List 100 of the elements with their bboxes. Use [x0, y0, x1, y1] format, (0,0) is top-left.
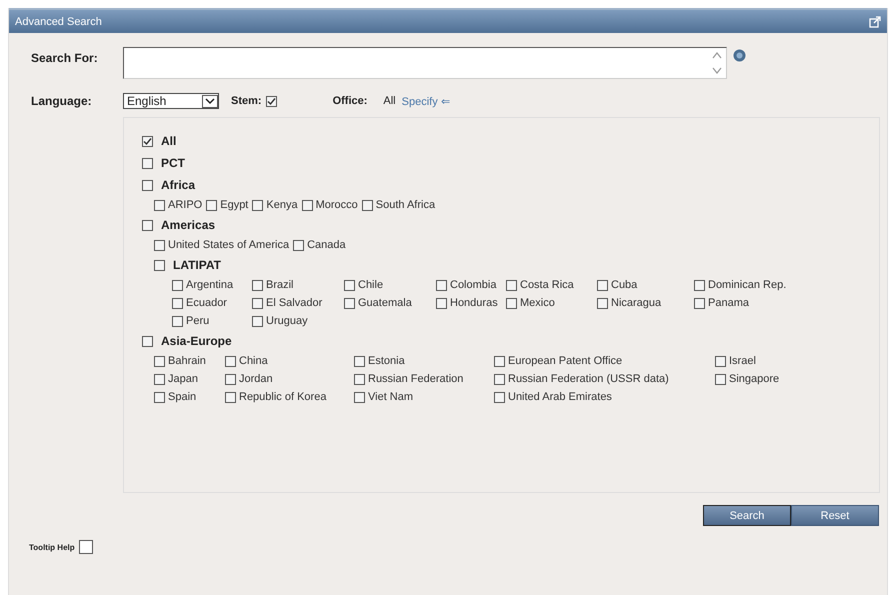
office-label: China [239, 355, 268, 367]
office-label: Asia-Europe [161, 334, 232, 348]
office-label: Spain [168, 391, 196, 403]
office-value: All [383, 95, 396, 107]
checkbox[interactable] [252, 316, 263, 326]
office-label: Americas [161, 218, 216, 232]
checkbox[interactable] [142, 180, 153, 190]
expand-icon[interactable] [869, 16, 881, 28]
office-label: Office: [332, 95, 368, 107]
office-label: All [161, 134, 176, 148]
checkbox[interactable] [506, 298, 517, 308]
checkbox[interactable] [154, 260, 165, 270]
checkbox[interactable] [252, 298, 263, 308]
checkbox[interactable] [172, 316, 183, 326]
office-label: Chile [358, 279, 384, 291]
checkbox[interactable] [225, 392, 236, 402]
office-label: Estonia [368, 355, 405, 367]
office-label: South Africa [376, 199, 436, 211]
checkbox[interactable] [715, 374, 726, 384]
reset-button[interactable]: Reset [791, 505, 879, 526]
checkbox[interactable] [252, 280, 263, 290]
office-label: Cuba [611, 279, 638, 291]
checkbox[interactable] [142, 336, 153, 346]
language-label: Language: [31, 94, 93, 108]
office-label: ARIPO [168, 199, 202, 211]
help-icon[interactable] [733, 49, 746, 62]
checkbox[interactable] [715, 356, 726, 366]
checkbox[interactable] [694, 280, 705, 290]
office-label: Uruguay [266, 315, 308, 327]
stem-label: Stem: [231, 95, 262, 107]
window-title: Advanced Search [15, 16, 102, 28]
checkbox[interactable] [354, 356, 365, 366]
office-label: Morocco [316, 199, 358, 211]
checkbox[interactable] [172, 280, 183, 290]
checkbox[interactable] [154, 374, 165, 384]
office-label: Viet Nam [368, 391, 414, 403]
search-input-field[interactable] [123, 47, 727, 79]
checkbox[interactable] [354, 392, 365, 402]
office-label: Colombia [450, 279, 496, 291]
office-label: Kenya [266, 199, 298, 211]
office-label: Dominican Rep. [708, 279, 786, 291]
checkbox[interactable] [354, 374, 365, 384]
language-dropdown[interactable]: English [123, 93, 219, 109]
office-label: PCT [161, 156, 185, 170]
office-label: Panama [708, 297, 749, 309]
office-label: El Salvador [266, 297, 322, 309]
checkbox[interactable] [206, 200, 218, 210]
checkbox[interactable] [293, 240, 304, 250]
checkbox[interactable] [344, 298, 355, 308]
office-label: Israel [729, 355, 756, 367]
checkbox[interactable] [494, 392, 505, 402]
search-button[interactable]: Search [703, 505, 791, 526]
checkbox[interactable] [154, 356, 165, 366]
specify-link[interactable]: Specify ⇐ [402, 94, 450, 108]
checkbox[interactable] [494, 374, 505, 384]
checkbox[interactable] [694, 298, 705, 308]
checkbox[interactable] [597, 298, 608, 308]
office-label: Egypt [220, 199, 248, 211]
search-for-label: Search For: [31, 50, 99, 65]
stem-checkbox[interactable] [266, 96, 277, 106]
scroll-arrows-icon[interactable] [712, 50, 722, 76]
checkbox[interactable] [154, 240, 165, 250]
checkbox[interactable] [302, 200, 313, 210]
checkbox[interactable] [597, 280, 608, 290]
checkbox[interactable] [142, 220, 153, 230]
checkbox[interactable] [154, 392, 165, 402]
office-label: Bahrain [168, 355, 206, 367]
tooltip-help-checkbox[interactable] [78, 540, 93, 554]
office-label: Brazil [266, 279, 294, 291]
checkbox[interactable] [436, 298, 447, 308]
office-label: Jordan [239, 373, 273, 385]
checkbox[interactable] [362, 200, 373, 210]
office-label: Peru [186, 315, 210, 327]
office-label: Russian Federation [368, 373, 464, 385]
checkbox[interactable] [506, 280, 517, 290]
office-label: Africa [161, 178, 196, 192]
office-label: Canada [307, 239, 346, 251]
checkbox[interactable] [436, 280, 447, 290]
office-label: Japan [168, 373, 198, 385]
office-label: European Patent Office [508, 355, 622, 367]
office-label: Russian Federation (USSR data) [508, 373, 669, 385]
office-label: Mexico [520, 297, 555, 309]
checkbox[interactable] [225, 374, 236, 384]
checkbox[interactable] [172, 298, 183, 308]
checkbox[interactable] [494, 356, 505, 366]
checkbox[interactable] [142, 158, 153, 168]
checkbox[interactable] [225, 356, 236, 366]
office-label: Argentina [186, 279, 234, 291]
office-label: United States of America [168, 239, 290, 251]
tooltip-help-label: Tooltip Help [29, 542, 75, 552]
office-label: LATIPAT [173, 258, 221, 272]
checkbox[interactable] [344, 280, 355, 290]
checkbox[interactable] [142, 136, 153, 146]
checkbox[interactable] [252, 200, 264, 210]
office-label: Costa Rica [520, 279, 574, 291]
checkbox[interactable] [154, 200, 165, 210]
office-label: Guatemala [358, 297, 412, 309]
office-label: Republic of Korea [239, 391, 326, 403]
office-label: Honduras [450, 297, 498, 309]
office-label: United Arab Emirates [508, 391, 612, 403]
